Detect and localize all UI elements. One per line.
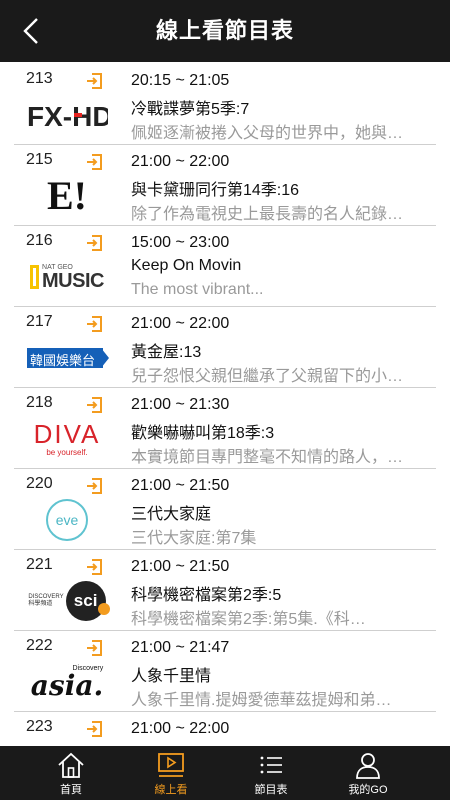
fx-logo-text: FX-HD (27, 101, 108, 131)
program-description: 佩姬逐漸被捲入父母的世界中，她與… (131, 125, 404, 142)
channel-number: 222 (26, 637, 53, 654)
korea-logo-text: 韓國娛樂台 (30, 353, 96, 368)
e-logo-text: E! (47, 173, 87, 218)
program-description: 本實境節目專門整毫不知情的路人，… (131, 449, 404, 466)
schedule-row[interactable]: 220 eve 21:00 ~ 21:50 三代大家庭 三代大家庭:第7集 (14, 469, 436, 550)
schedule-row[interactable]: 213 FX-HD 20:15 ~ 21:05 冷戰諜夢第5季:7 佩姬逐漸被捲… (14, 64, 436, 145)
time-range: 21:00 ~ 21:50 (131, 558, 230, 575)
program-title: 冷戰諜夢第5季:7 (131, 101, 250, 118)
watch-now-icon[interactable] (86, 72, 104, 90)
program-description: 人象千里情.提姆愛德華茲提姆和弟… (131, 692, 392, 709)
watch-now-icon[interactable] (86, 396, 104, 414)
program-title: 與卡黛珊同行第14季:16 (131, 182, 300, 199)
top-bar: 線上看節目表 (0, 0, 450, 62)
channel-number: 217 (26, 313, 53, 330)
watch-now-icon[interactable] (86, 234, 104, 252)
asia-logo-text: asia. (30, 668, 104, 702)
sci-logo-dot (97, 603, 110, 615)
time-range: 21:00 ~ 21:30 (131, 396, 230, 413)
schedule-row[interactable]: 221 DISCOVERY 科學頻道 sci 21:00 ~ 21:50 科學機… (14, 550, 436, 631)
time-range: 21:00 ~ 22:00 (131, 315, 230, 332)
channel-number: 223 (26, 718, 53, 735)
watch-now-icon[interactable] (86, 639, 104, 657)
watch-now-icon[interactable] (86, 558, 104, 576)
time-range: 20:15 ~ 21:05 (131, 72, 230, 89)
program-title: 歡樂嚇嚇叫第18季:3 (131, 425, 275, 442)
program-title: 三代大家庭 (131, 506, 212, 523)
watch-now-icon[interactable] (86, 720, 104, 738)
diva-tagline: be yourself. (46, 448, 88, 457)
channel-number: 221 (26, 556, 53, 573)
schedule-row[interactable]: 216 NAT GEO MUSIC 15:00 ~ 23:00 Keep On … (14, 226, 436, 307)
time-range: 21:00 ~ 21:50 (131, 477, 230, 494)
channel-number: 218 (26, 394, 53, 411)
schedule-row[interactable]: 218 DIVA be yourself. 21:00 ~ 21:30 歡樂嚇嚇… (14, 388, 436, 469)
channel-number: 216 (26, 232, 53, 249)
program-title: 黃金屋:13 (131, 344, 202, 361)
program-description: 三代大家庭:第7集 (131, 530, 257, 547)
time-range: 15:00 ~ 23:00 (131, 234, 230, 251)
schedule-row[interactable]: 223 21:00 ~ 22:00 (14, 712, 436, 746)
discovery-label: DISCOVERY (28, 594, 64, 601)
chevron-left-icon (23, 18, 38, 44)
eve-logo-text: eve (55, 512, 79, 528)
schedule-row[interactable]: 215 E! 21:00 ~ 22:00 與卡黛珊同行第14季:16 除了作為電… (14, 145, 436, 226)
watch-now-icon[interactable] (86, 477, 104, 495)
program-description: The most vibrant... (131, 281, 264, 298)
time-range: 21:00 ~ 21:47 (131, 639, 230, 656)
channel-logo-natgeo-music: NAT GEO MUSIC (24, 254, 110, 300)
channel-logo-korea: 韓國娛樂台 (24, 335, 110, 381)
tab-my-go[interactable]: 我的GO (312, 746, 424, 800)
home-icon (58, 752, 84, 778)
program-description: 除了作為電視史上最長壽的名人紀錄… (131, 206, 404, 223)
natgeo-yellow-frame (30, 265, 40, 289)
tab-my-go-label: 我的GO (348, 784, 388, 796)
program-title: Keep On Movin (131, 257, 242, 274)
tab-online-watch-label: 線上看 (154, 784, 188, 796)
time-range: 21:00 ~ 22:00 (131, 720, 230, 737)
sci-logo-circle: sci (65, 581, 110, 621)
tab-schedule[interactable]: 節目表 (215, 746, 327, 800)
schedule-row[interactable]: 222 Discovery asia. 21:00 ~ 21:47 人象千里情 … (14, 631, 436, 712)
time-range: 21:00 ~ 22:00 (131, 153, 230, 170)
bottom-nav: 首頁 線上看 節目表 我的GO (0, 746, 450, 800)
channel-logo-discovery-science: DISCOVERY 科學頻道 sci (24, 578, 110, 624)
tab-home-label: 首頁 (60, 784, 82, 796)
play-screen-icon (158, 753, 184, 777)
back-button[interactable] (14, 14, 48, 48)
fx-logo: FX-HD (26, 101, 108, 131)
channel-logo-e: E! (24, 173, 110, 219)
program-title: 科學機密檔案第2季:5 (131, 587, 282, 604)
program-description: 兒子怨恨父親但繼承了父親留下的小… (131, 368, 404, 385)
list-icon (260, 756, 282, 774)
tab-schedule-label: 節目表 (254, 784, 288, 796)
diva-logo-text: DIVA (33, 419, 101, 449)
watch-now-icon[interactable] (86, 315, 104, 333)
channel-logo-diva: DIVA be yourself. (24, 416, 110, 462)
channel-logo-eve: eve (24, 497, 110, 543)
tab-online-watch[interactable]: 線上看 (115, 746, 227, 800)
tab-home[interactable]: 首頁 (15, 746, 127, 800)
music-label: MUSIC (42, 269, 104, 292)
channel-number: 215 (26, 151, 53, 168)
channel-number: 220 (26, 475, 53, 492)
program-description: 科學機密檔案第2季:第5集.《科… (131, 611, 366, 628)
watch-now-icon[interactable] (86, 153, 104, 171)
eve-logo-circle: eve (46, 499, 88, 541)
schedule-list[interactable]: 213 FX-HD 20:15 ~ 21:05 冷戰諜夢第5季:7 佩姬逐漸被捲… (14, 64, 436, 746)
korea-logo-tail (101, 348, 109, 368)
channel-number: 213 (26, 70, 53, 87)
channel-logo-fx: FX-HD (24, 92, 110, 138)
user-icon (356, 753, 380, 779)
schedule-row[interactable]: 217 韓國娛樂台 21:00 ~ 22:00 黃金屋:13 兒子怨恨父親但繼承… (14, 307, 436, 388)
program-title: 人象千里情 (131, 668, 212, 685)
channel-logo-discovery-asia: Discovery asia. (24, 659, 110, 705)
science-channel-label: 科學頻道 (28, 601, 53, 607)
sci-logo-text: sci (73, 591, 98, 610)
page-title: 線上看節目表 (155, 18, 294, 43)
